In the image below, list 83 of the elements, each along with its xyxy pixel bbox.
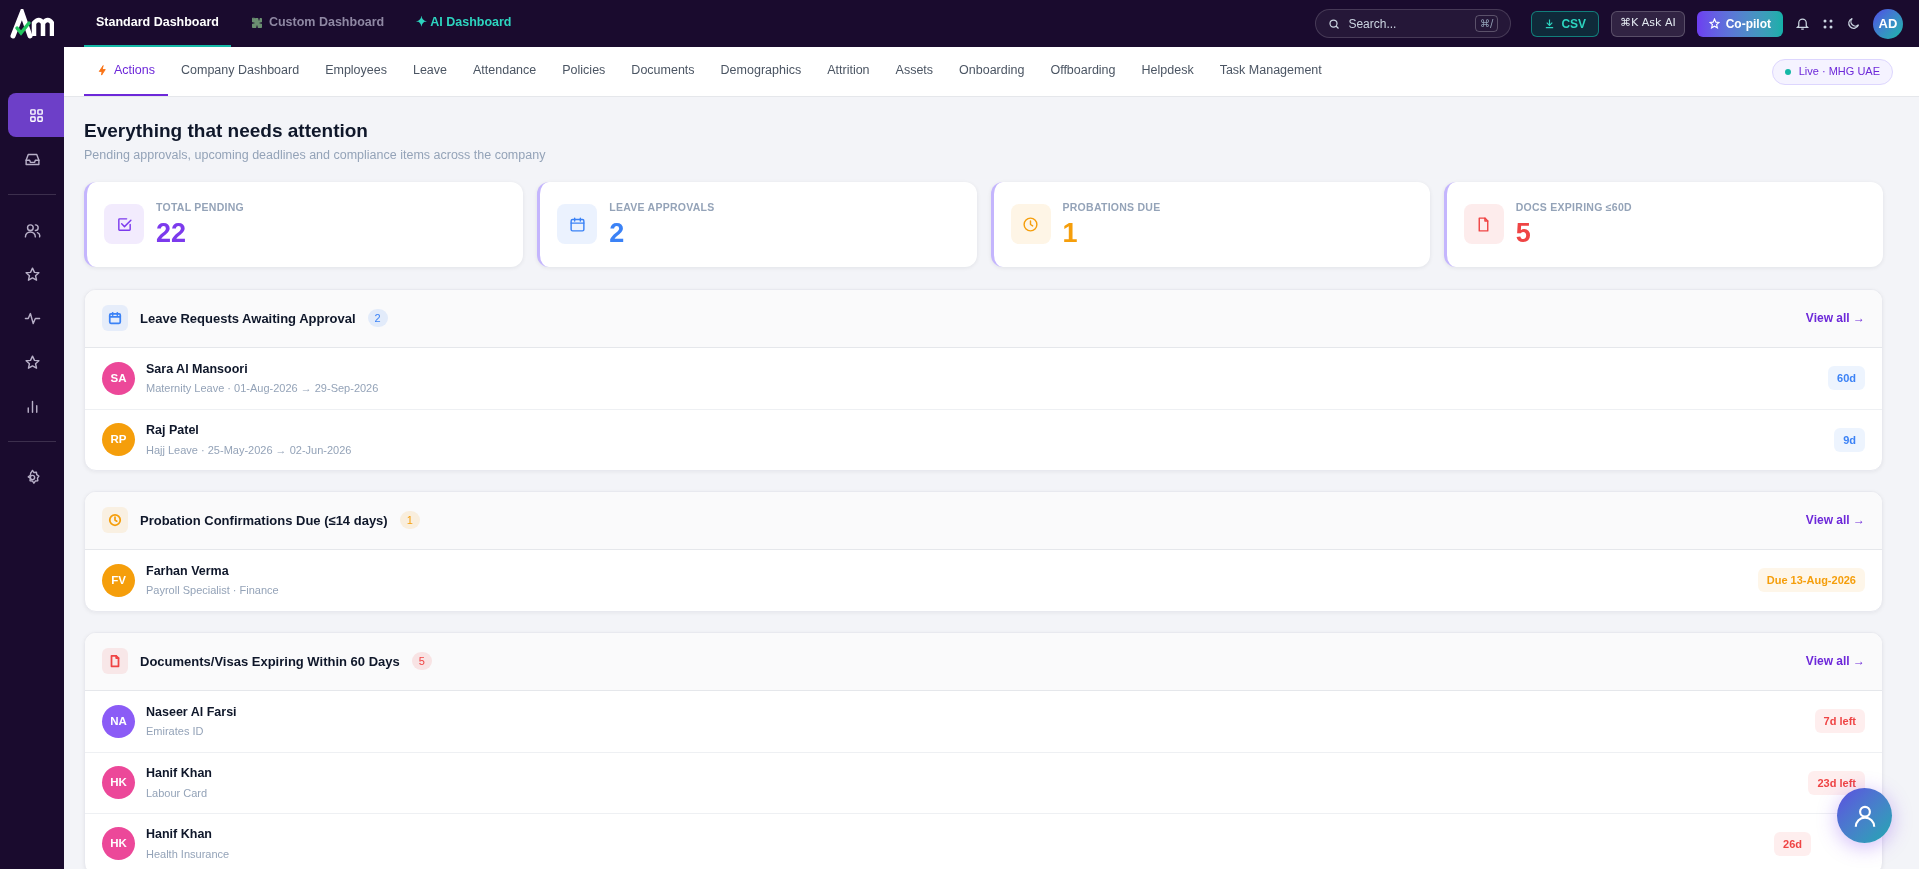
tab[interactable]: Onboarding [946,47,1038,96]
person-name: Naseer Al Farsi [146,703,237,721]
status-badge: Due 13-Aug-2026 [1757,568,1865,593]
tab[interactable]: Leave [399,47,461,96]
tab[interactable]: Employees [312,47,400,96]
count-badge: 5 [411,652,432,671]
row-detail: Hajj Leave · 25-May-2026 → 02-Jun-2026 [146,442,352,458]
row-detail: Labour Card [146,785,209,801]
section-title: Probation Confirmations Due (≤14 days) [140,511,388,530]
row-detail: Maternity Leave · 01-Aug-2026 → 29-Sep-2026 [146,381,379,397]
tab[interactable]: Assets [882,47,947,96]
view-all-link[interactable]: View all → [1805,511,1865,530]
page-subtitle: Pending approvals, upcoming deadlines and compliance items across the company [84,147,547,164]
stat-value: 22 [156,218,188,249]
star-icon [23,265,41,283]
avatar: FV [102,563,135,597]
person-name: Hanif Khan [146,765,212,783]
tab[interactable]: Demographics [707,47,815,96]
dots-grid-icon[interactable] [1822,17,1834,30]
lightning-icon [97,65,108,76]
status-badge: 9d [1834,427,1865,452]
tab[interactable]: Attendance [460,47,550,96]
row-detail: Payroll Specialist · Finance [146,583,279,599]
search-icon [1328,17,1341,30]
user-avatar[interactable]: AD [1873,8,1903,39]
row-detail: Emirates ID [146,724,205,740]
live-label: Live · MHG UAE [1798,64,1880,80]
stat-value: 1 [1062,218,1079,249]
count-badge: 2 [367,309,388,328]
tab[interactable]: Attrition [814,47,883,96]
tab[interactable]: Helpdesk [1128,47,1207,96]
status-badge: 60d [1828,366,1865,391]
stat-value: 2 [609,218,626,249]
stat-value: 5 [1515,218,1532,249]
person-name: Raj Patel [146,422,200,440]
bell-icon[interactable] [1795,16,1810,31]
section-title: Leave Requests Awaiting Approval [140,309,356,328]
people-icon [23,221,41,239]
moon-icon[interactable] [1846,16,1861,31]
csv-button[interactable]: CSV [1531,10,1600,37]
section-title: Documents/Visas Expiring Within 60 Days [140,652,400,671]
status-badge: 26d [1774,831,1811,856]
shortcut-hint: ⌘/ [1475,15,1499,32]
stat-label: LEAVE APPROVALS [609,200,715,216]
search-input[interactable]: Search... [1348,14,1467,33]
puzzle-icon [250,16,263,29]
clock-icon [1022,215,1039,233]
search-field[interactable]: Search... ⌘/ [1315,9,1512,38]
grid-icon [27,106,45,124]
avatar: HK [102,766,135,800]
person-name: Sara Al Mansoori [146,360,249,378]
star-icon [23,353,41,371]
page-heading: Everything that needs attention [84,119,369,143]
ask-ai-button[interactable]: ⌘K Ask AI [1611,10,1685,37]
avatar: SA [102,361,135,395]
stat-label: TOTAL PENDING [156,200,244,216]
download-icon [1544,18,1556,29]
status-badge: 7d left [1814,709,1865,734]
top-tab[interactable]: Custom Dashboard [238,0,397,47]
count-badge: 1 [399,511,420,530]
tab[interactable]: Policies [549,47,619,96]
view-all-link[interactable]: View all → [1805,652,1865,671]
view-all-link[interactable]: View all → [1805,309,1865,328]
person-name: Farhan Verma [146,562,230,580]
avatar: RP [102,423,135,457]
star-icon [1708,18,1720,29]
tab[interactable]: Actions [84,47,168,96]
avatar: HK [102,827,135,861]
logo-icon [10,8,54,39]
tab[interactable]: Company Dashboard [168,47,313,96]
row-detail: Health Insurance [146,846,230,862]
stat-label: PROBATIONS DUE [1062,200,1161,216]
tab[interactable]: Documents [618,47,708,96]
sidebar-item[interactable] [8,93,64,137]
calendar-icon [568,215,586,233]
checkbox-icon [115,215,133,233]
person-name: Hanif Khan [146,826,213,844]
copilot-button[interactable]: Co-pilot [1696,10,1783,37]
tab[interactable]: Task Management [1206,47,1335,96]
stat-label: DOCS EXPIRING ≤60D [1515,200,1632,216]
avatar: NA [102,704,135,738]
tab[interactable]: Offboarding [1037,47,1129,96]
top-tab[interactable]: ✦ AI Dashboard [404,0,524,47]
